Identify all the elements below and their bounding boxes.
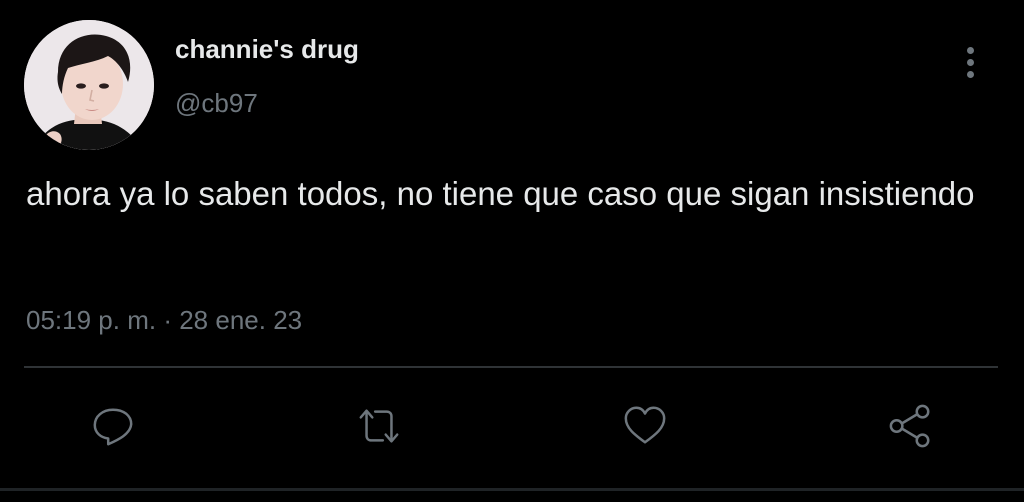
tweet-timestamp[interactable]: 05:19 p. m. · 28 ene. 23 — [26, 305, 302, 336]
more-vertical-icon — [966, 46, 974, 54]
tweet-text: ahora ya lo saben todos, no tiene que ca… — [26, 175, 975, 212]
reply-icon — [93, 408, 133, 446]
heart-icon — [624, 406, 666, 444]
profile-photo-icon — [24, 20, 154, 150]
bottom-divider — [0, 488, 1024, 491]
divider — [24, 366, 998, 368]
meta-separator: · — [163, 305, 172, 335]
more-vertical-icon-dot — [966, 70, 974, 78]
tweet-time: 05:19 p. m. — [26, 305, 157, 335]
tweet-date: 28 ene. 23 — [179, 305, 303, 335]
more-vertical-icon-dot — [966, 58, 974, 66]
tweet-card: channie's drug @cb97 ahora ya lo saben t… — [0, 0, 1024, 502]
user-handle[interactable]: @cb97 — [175, 88, 258, 119]
like-button[interactable] — [621, 402, 669, 450]
retweet-icon — [359, 409, 399, 443]
share-icon — [889, 404, 930, 448]
share-button[interactable] — [887, 402, 935, 450]
reply-button[interactable] — [89, 402, 137, 450]
retweet-button[interactable] — [355, 402, 403, 450]
more-options-button[interactable] — [956, 44, 984, 80]
avatar[interactable] — [24, 20, 154, 150]
display-name[interactable]: channie's drug — [175, 34, 359, 65]
